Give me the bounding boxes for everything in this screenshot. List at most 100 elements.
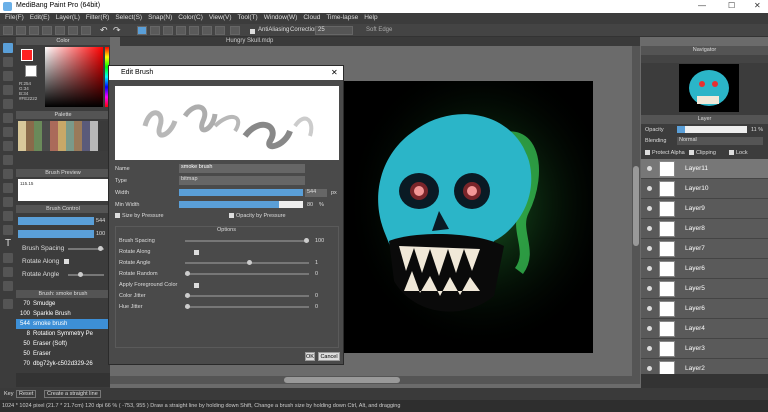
layer-row[interactable]: Layer6 [641, 299, 768, 319]
layer-opacity-bar[interactable] [677, 126, 747, 133]
create-line-button[interactable]: Create a straight line [44, 390, 101, 398]
operation-tool-icon[interactable] [3, 253, 13, 263]
layer-row[interactable]: Layer11 [641, 159, 768, 179]
pen-tool-icon[interactable] [3, 85, 13, 95]
maximize-button[interactable]: ☐ [728, 1, 735, 10]
lasso-tool-icon[interactable] [3, 169, 13, 179]
eraser-tool-icon[interactable] [3, 57, 13, 67]
brush-item-smoke-selected[interactable]: 544 smoke brush [16, 319, 108, 329]
visibility-icon[interactable] [647, 266, 652, 271]
layer-row[interactable]: Layer7 [641, 239, 768, 259]
menu-filter[interactable]: Filter(R) [83, 13, 112, 24]
background-swatch[interactable] [25, 65, 37, 77]
menu-tool[interactable]: Tool(T) [235, 13, 261, 24]
clipping-checkbox[interactable]: Clipping [689, 150, 716, 156]
menu-file[interactable]: File(F) [2, 13, 27, 24]
option-color-jitter-slider[interactable] [185, 293, 309, 298]
menu-timelapse[interactable]: Time-lapse [323, 13, 361, 24]
zoom-tool-icon[interactable] [3, 299, 13, 309]
move-tool-icon[interactable] [3, 99, 13, 109]
cloud-icon[interactable] [42, 26, 52, 35]
menu-view[interactable]: View(V) [206, 13, 235, 24]
name-input[interactable]: smoke brush [179, 164, 305, 173]
skull-artwork[interactable] [344, 81, 593, 353]
grid-icon[interactable] [68, 26, 78, 35]
layer-row[interactable]: Layer4 [641, 319, 768, 339]
brush-item-eraser-soft[interactable]: 50 Eraser (Soft) [16, 339, 108, 349]
layer-row[interactable]: Layer8 [641, 219, 768, 239]
brush-opacity-bar[interactable] [18, 230, 94, 238]
brush-item-sparkle[interactable]: 100 Sparkle Brush [16, 309, 108, 319]
visibility-icon[interactable] [647, 186, 652, 191]
antialiasing-checkbox[interactable] [250, 28, 257, 35]
eyedropper-icon[interactable] [3, 281, 13, 291]
visibility-icon[interactable] [647, 346, 652, 351]
ok-button[interactable]: OK [305, 352, 315, 361]
magic-wand-icon[interactable] [3, 183, 13, 193]
min-width-bar[interactable] [179, 201, 279, 208]
option-rotate-along-checkbox[interactable] [194, 250, 199, 255]
brush-spacing-slider[interactable] [68, 246, 104, 251]
reset-button[interactable]: Reset [16, 390, 37, 398]
document-tab[interactable]: Hungry Skull.mdp [226, 38, 273, 44]
minimize-button[interactable]: — [698, 1, 706, 10]
size-by-pressure-checkbox[interactable]: Size by Pressure [115, 213, 164, 219]
divide-tool-icon[interactable] [3, 225, 13, 235]
color-picker-square[interactable] [45, 47, 103, 107]
eraser-select-icon[interactable] [3, 211, 13, 221]
snap-cross-icon[interactable] [163, 26, 173, 35]
menu-edit[interactable]: Edit(E) [27, 13, 53, 24]
rotate-along-checkbox[interactable] [64, 259, 69, 264]
visibility-icon[interactable] [647, 166, 652, 171]
vertical-scrollbar[interactable] [632, 46, 640, 376]
horizontal-scrollbar[interactable] [110, 376, 640, 384]
snap-settings-icon[interactable] [230, 26, 240, 35]
snap-radial-icon[interactable] [189, 26, 199, 35]
snap-circle-icon[interactable] [202, 26, 212, 35]
save-icon[interactable] [29, 26, 39, 35]
brush-item-rotation-symmetry[interactable]: 8 Rotation Symmetry Pe [16, 329, 108, 339]
snap-off-icon[interactable] [137, 26, 147, 35]
undo-icon[interactable]: ↶ [100, 26, 110, 35]
gradient-tool-icon[interactable] [3, 141, 13, 151]
layer-row[interactable]: Layer5 [641, 279, 768, 299]
min-width-value[interactable]: 80 [307, 202, 313, 208]
fill-tool-icon[interactable] [3, 113, 13, 123]
option-rotate-angle-slider[interactable] [185, 260, 309, 265]
width-value[interactable]: 544 [305, 189, 327, 197]
menu-layer[interactable]: Layer(L) [53, 13, 83, 24]
option-brush-spacing-slider[interactable] [185, 238, 309, 243]
snap-curve-icon[interactable] [215, 26, 225, 35]
option-rotate-random-slider[interactable] [185, 271, 309, 276]
menu-select[interactable]: Select(S) [112, 13, 145, 24]
correction-select[interactable]: 25 [315, 26, 353, 35]
brush-size-bar[interactable] [18, 217, 94, 225]
brush-item-eraser[interactable]: 50 Eraser [16, 349, 108, 359]
opacity-by-pressure-checkbox[interactable]: Opacity by Pressure [229, 213, 286, 219]
layer-row[interactable]: Layer6 [641, 259, 768, 279]
visibility-icon[interactable] [647, 246, 652, 251]
option-hue-jitter-slider[interactable] [185, 304, 309, 309]
navigator-preview[interactable] [679, 64, 739, 112]
menu-color[interactable]: Color(C) [175, 13, 206, 24]
open-file-icon[interactable] [16, 26, 26, 35]
brush-item-smudge[interactable]: 70 Smudge [16, 299, 108, 309]
brush-item-custom[interactable]: 70 dbg72yk-c502d329-26 [16, 359, 108, 369]
select-tool-icon[interactable] [3, 155, 13, 165]
bucket-tool-icon[interactable] [3, 127, 13, 137]
select-pen-icon[interactable] [3, 197, 13, 207]
cancel-button[interactable]: Cancel [318, 352, 340, 361]
dialog-close-icon[interactable]: ✕ [331, 68, 338, 77]
redo-icon[interactable]: ↷ [113, 26, 123, 35]
protect-alpha-checkbox[interactable]: Protect Alpha [645, 150, 685, 156]
menu-help[interactable]: Help [361, 13, 380, 24]
visibility-icon[interactable] [647, 306, 652, 311]
layer-row[interactable]: Layer3 [641, 339, 768, 359]
menu-window[interactable]: Window(W) [261, 13, 301, 24]
type-select[interactable]: bitmap [179, 176, 305, 185]
menu-cloud[interactable]: Cloud [300, 13, 323, 24]
snap-vanish-icon[interactable] [176, 26, 186, 35]
lock-checkbox[interactable]: Lock [729, 150, 748, 156]
blending-select[interactable]: Normal [677, 137, 763, 145]
visibility-icon[interactable] [647, 226, 652, 231]
